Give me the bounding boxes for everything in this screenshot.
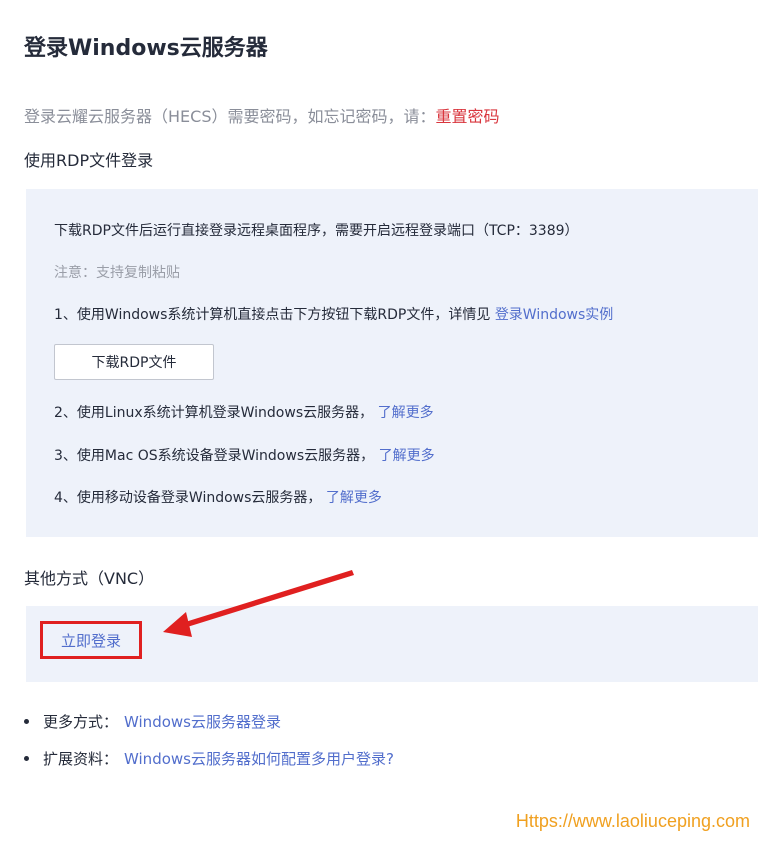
rdp-description: 下载RDP文件后运行直接登录远程桌面程序，需要开启远程登录端口（TCP：3389… bbox=[54, 223, 579, 239]
macos-learn-more-link[interactable]: 了解更多 bbox=[379, 448, 435, 464]
windows-instance-login-link[interactable]: 登录Windows实例 bbox=[495, 307, 614, 323]
extra-label: 更多方式： bbox=[43, 713, 119, 731]
intro-message: 登录云耀云服务器（HECS）需要密码，如忘记密码，请： bbox=[24, 107, 436, 126]
vnc-login-button[interactable]: 立即登录 bbox=[40, 621, 142, 659]
linux-learn-more-link[interactable]: 了解更多 bbox=[378, 405, 434, 421]
windows-login-methods-link[interactable]: Windows云服务器登录 bbox=[124, 713, 281, 731]
rdp-step-4-text: 4、使用移动设备登录Windows云服务器， bbox=[54, 490, 326, 506]
vnc-section-heading: 其他方式（VNC） bbox=[24, 569, 155, 588]
rdp-step-3: 3、使用Mac OS系统设备登录Windows云服务器， 了解更多 bbox=[54, 445, 435, 465]
list-item: 更多方式： Windows云服务器登录 bbox=[24, 711, 281, 732]
extra-label: 扩展资料： bbox=[43, 750, 119, 768]
list-item: 扩展资料： Windows云服务器如何配置多用户登录? bbox=[24, 748, 394, 769]
download-rdp-button[interactable]: 下载RDP文件 bbox=[54, 344, 214, 380]
rdp-step-1-text: 1、使用Windows系统计算机直接点击下方按钮下载RDP文件，详情见 bbox=[54, 307, 495, 323]
rdp-step-3-text: 3、使用Mac OS系统设备登录Windows云服务器， bbox=[54, 448, 379, 464]
vnc-panel: 立即登录 bbox=[26, 606, 758, 682]
intro-text: 登录云耀云服务器（HECS）需要密码，如忘记密码，请：重置密码 bbox=[24, 103, 500, 127]
page-title: 登录Windows云服务器 bbox=[24, 36, 268, 61]
reset-password-link[interactable]: 重置密码 bbox=[435, 107, 499, 126]
rdp-note: 注意：支持复制粘贴 bbox=[54, 265, 180, 281]
rdp-step-2-text: 2、使用Linux系统计算机登录Windows云服务器， bbox=[54, 405, 378, 421]
rdp-step-4: 4、使用移动设备登录Windows云服务器， 了解更多 bbox=[54, 487, 382, 507]
mobile-learn-more-link[interactable]: 了解更多 bbox=[326, 490, 382, 506]
rdp-section-heading: 使用RDP文件登录 bbox=[24, 151, 154, 170]
multi-user-login-config-link[interactable]: Windows云服务器如何配置多用户登录? bbox=[124, 750, 394, 768]
rdp-step-1: 1、使用Windows系统计算机直接点击下方按钮下载RDP文件，详情见 登录Wi… bbox=[54, 304, 613, 324]
bullet-icon bbox=[24, 755, 29, 761]
rdp-panel: 下载RDP文件后运行直接登录远程桌面程序，需要开启远程登录端口（TCP：3389… bbox=[26, 189, 758, 537]
watermark: Https://www.laoliuceping.com bbox=[515, 811, 750, 831]
bullet-icon bbox=[24, 718, 29, 724]
rdp-step-2: 2、使用Linux系统计算机登录Windows云服务器， 了解更多 bbox=[54, 402, 434, 422]
